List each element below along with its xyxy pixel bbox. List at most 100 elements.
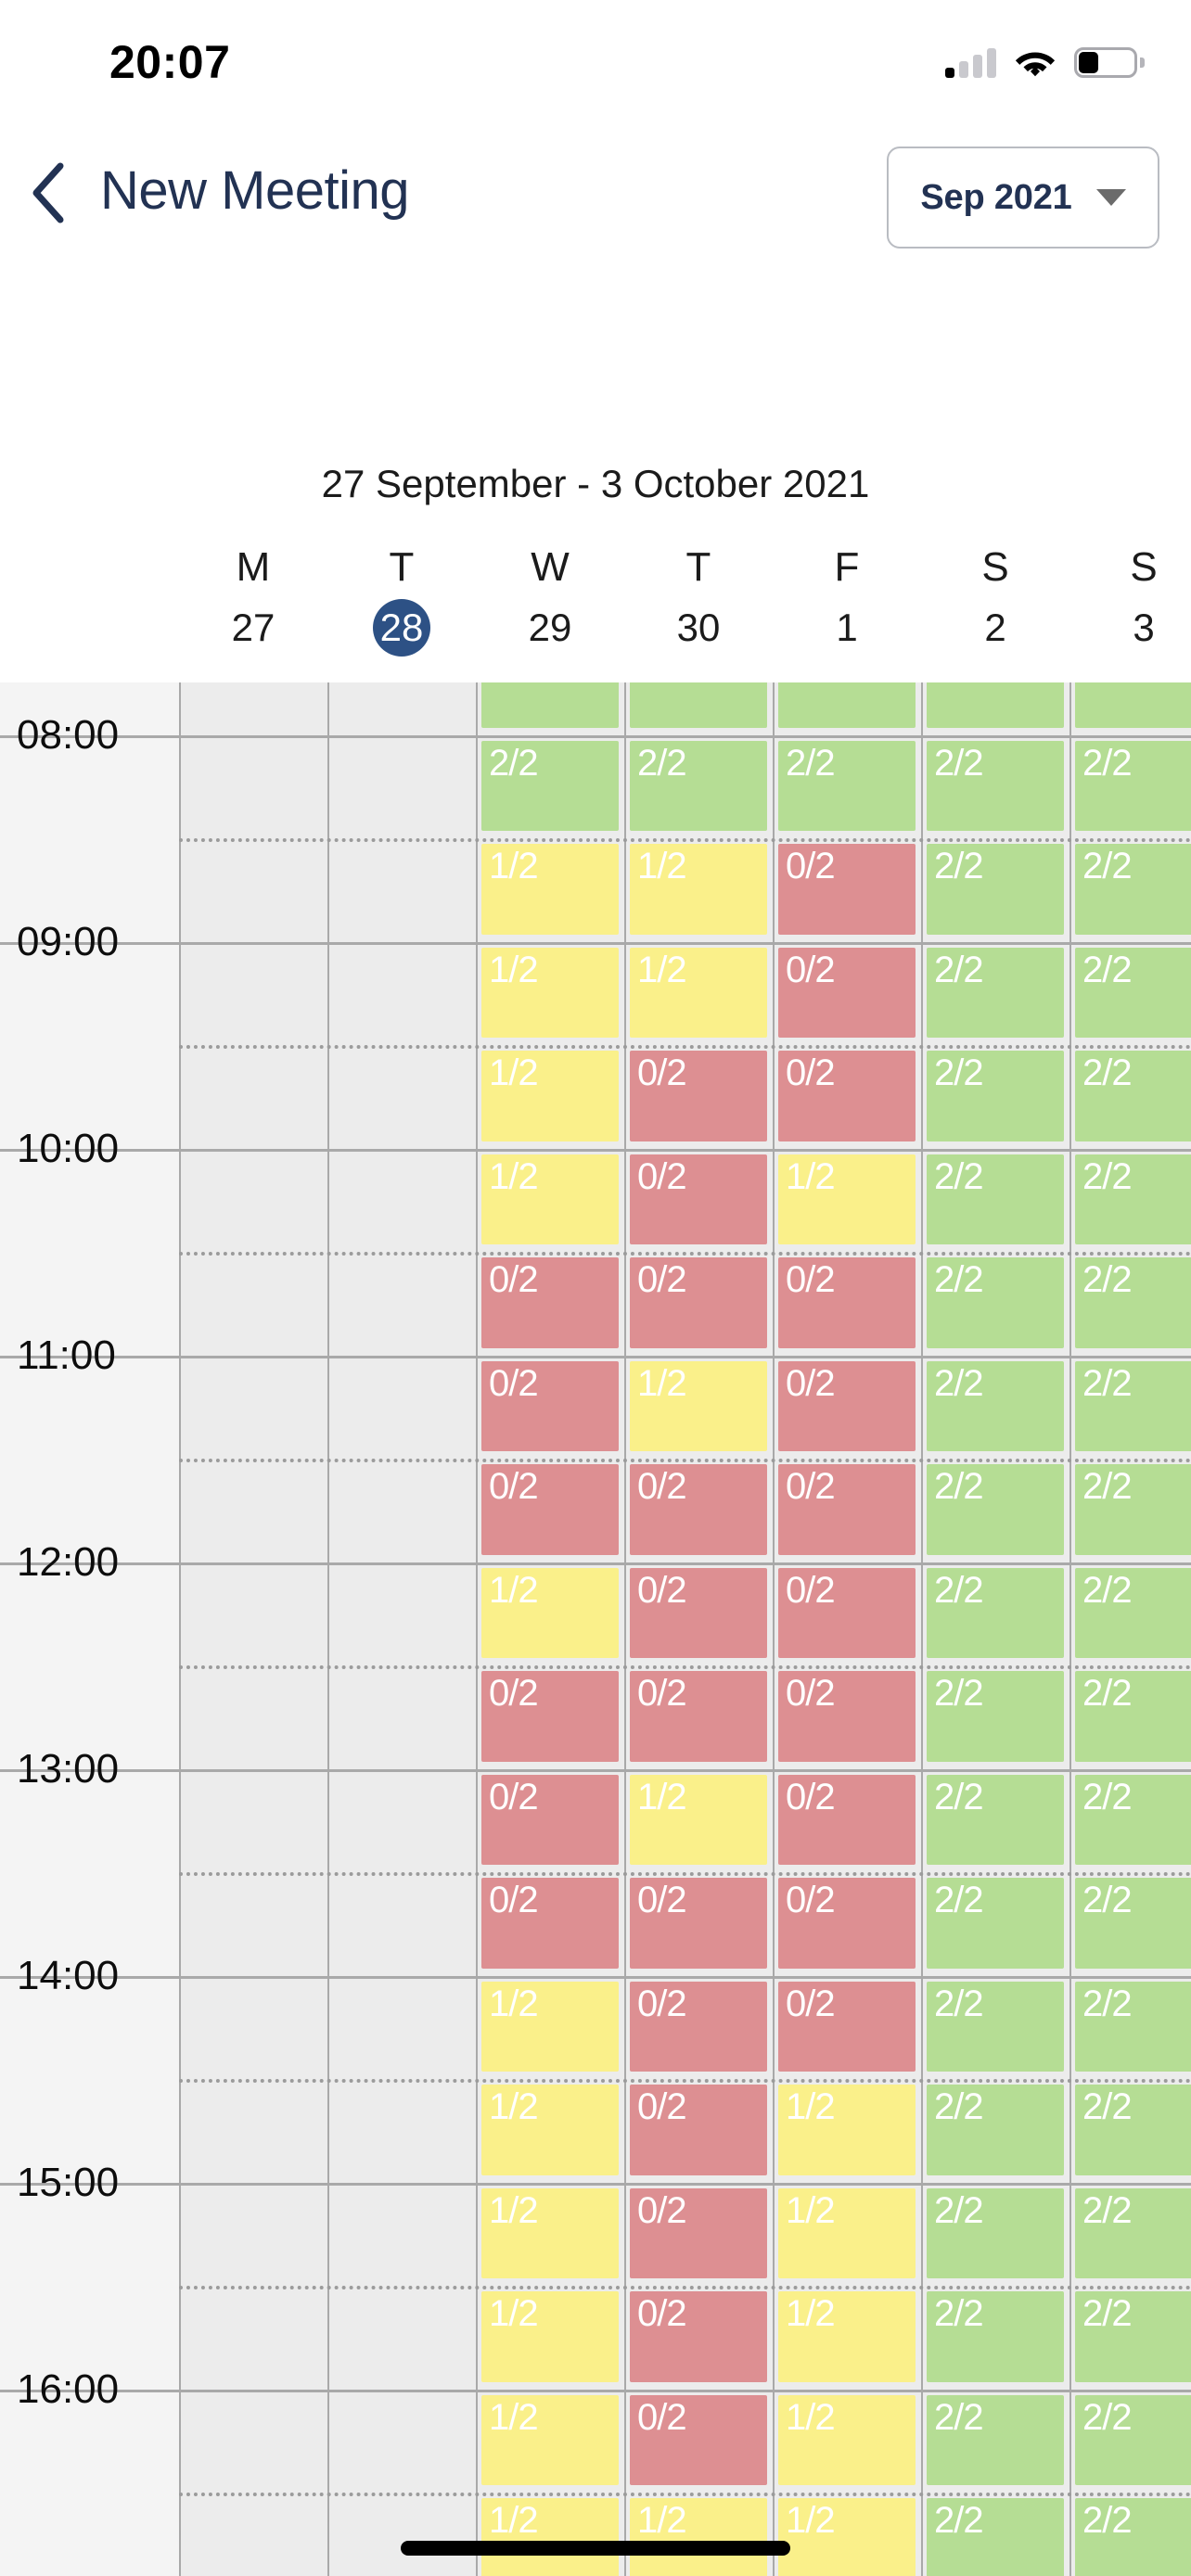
availability-slot[interactable] bbox=[927, 682, 1064, 728]
availability-slot[interactable]: 1/2 bbox=[778, 2085, 916, 2175]
availability-slot[interactable]: 2/2 bbox=[927, 1981, 1064, 2072]
availability-slot[interactable] bbox=[1075, 682, 1191, 728]
availability-slot[interactable]: 0/2 bbox=[630, 2291, 767, 2382]
availability-slot[interactable]: 0/2 bbox=[630, 2085, 767, 2175]
availability-slot[interactable]: 2/2 bbox=[927, 740, 1064, 831]
availability-slot[interactable]: 0/2 bbox=[481, 1774, 619, 1865]
day-column-27[interactable] bbox=[179, 682, 327, 2576]
availability-slot[interactable]: 2/2 bbox=[630, 740, 767, 831]
back-button[interactable] bbox=[15, 152, 82, 234]
availability-slot[interactable]: 0/2 bbox=[778, 844, 916, 935]
availability-slot[interactable]: 2/2 bbox=[1075, 1567, 1191, 1658]
availability-slot[interactable]: 1/2 bbox=[481, 2394, 619, 2485]
availability-slot[interactable]: 1/2 bbox=[630, 844, 767, 935]
availability-slot[interactable]: 1/2 bbox=[778, 2498, 916, 2576]
availability-slot[interactable]: 2/2 bbox=[1075, 1257, 1191, 1348]
availability-slot[interactable]: 2/2 bbox=[1075, 740, 1191, 831]
availability-slot[interactable]: 0/2 bbox=[630, 1567, 767, 1658]
availability-slot[interactable]: 2/2 bbox=[1075, 2291, 1191, 2382]
availability-slot[interactable]: 1/2 bbox=[481, 1154, 619, 1244]
availability-slot[interactable]: 2/2 bbox=[927, 2187, 1064, 2278]
day-header-30[interactable]: T 30 bbox=[624, 538, 773, 658]
availability-slot[interactable]: 2/2 bbox=[481, 740, 619, 831]
availability-slot[interactable]: 2/2 bbox=[927, 844, 1064, 935]
availability-slot[interactable]: 2/2 bbox=[1075, 1051, 1191, 1141]
availability-slot[interactable]: 0/2 bbox=[778, 1567, 916, 1658]
availability-slot[interactable]: 1/2 bbox=[778, 2187, 916, 2278]
availability-slot[interactable]: 2/2 bbox=[927, 947, 1064, 1038]
availability-slot[interactable]: 2/2 bbox=[927, 1154, 1064, 1244]
availability-slot[interactable]: 0/2 bbox=[481, 1360, 619, 1451]
month-selector-button[interactable]: Sep 2021 bbox=[887, 147, 1159, 249]
availability-slot[interactable]: 0/2 bbox=[778, 1051, 916, 1141]
availability-slot[interactable]: 0/2 bbox=[630, 2187, 767, 2278]
availability-slot[interactable]: 0/2 bbox=[778, 1257, 916, 1348]
availability-slot[interactable]: 2/2 bbox=[1075, 844, 1191, 935]
availability-slot[interactable]: 0/2 bbox=[481, 1257, 619, 1348]
availability-slot[interactable]: 1/2 bbox=[481, 2291, 619, 2382]
availability-slot[interactable]: 0/2 bbox=[630, 1464, 767, 1555]
availability-slot[interactable]: 1/2 bbox=[481, 2498, 619, 2576]
availability-slot[interactable]: 2/2 bbox=[927, 2498, 1064, 2576]
availability-slot[interactable]: 2/2 bbox=[927, 1360, 1064, 1451]
availability-slot[interactable]: 0/2 bbox=[630, 1051, 767, 1141]
availability-slot[interactable]: 2/2 bbox=[1075, 1464, 1191, 1555]
availability-slot[interactable]: 2/2 bbox=[927, 1257, 1064, 1348]
availability-slot[interactable]: 1/2 bbox=[778, 2291, 916, 2382]
availability-slot[interactable]: 1/2 bbox=[778, 1154, 916, 1244]
availability-slot[interactable]: 2/2 bbox=[1075, 1154, 1191, 1244]
availability-slot[interactable]: 2/2 bbox=[927, 2291, 1064, 2382]
availability-slot[interactable]: 2/2 bbox=[1075, 2498, 1191, 2576]
availability-slot[interactable]: 2/2 bbox=[1075, 1360, 1191, 1451]
availability-slot[interactable]: 1/2 bbox=[481, 2085, 619, 2175]
availability-slot[interactable]: 0/2 bbox=[778, 1774, 916, 1865]
availability-slot[interactable]: 0/2 bbox=[630, 1981, 767, 2072]
availability-slot[interactable]: 2/2 bbox=[927, 1567, 1064, 1658]
availability-slot[interactable] bbox=[778, 682, 916, 728]
day-column-28[interactable] bbox=[327, 682, 476, 2576]
day-header-28[interactable]: T 28 bbox=[327, 538, 476, 658]
day-header-3[interactable]: S3 bbox=[1069, 538, 1191, 658]
availability-slot[interactable]: 1/2 bbox=[481, 844, 619, 935]
availability-slot[interactable]: 1/2 bbox=[630, 1774, 767, 1865]
availability-slot[interactable]: 0/2 bbox=[778, 1981, 916, 2072]
day-header-2[interactable]: S2 bbox=[921, 538, 1069, 658]
availability-slot[interactable]: 1/2 bbox=[630, 947, 767, 1038]
availability-slot[interactable]: 0/2 bbox=[630, 1154, 767, 1244]
availability-slot[interactable]: 2/2 bbox=[778, 740, 916, 831]
availability-slot[interactable]: 0/2 bbox=[630, 1878, 767, 1969]
availability-slot[interactable]: 2/2 bbox=[927, 1051, 1064, 1141]
availability-slot[interactable] bbox=[630, 682, 767, 728]
availability-slot[interactable]: 0/2 bbox=[778, 1878, 916, 1969]
availability-slot[interactable]: 0/2 bbox=[778, 1464, 916, 1555]
availability-slot[interactable]: 0/2 bbox=[778, 1671, 916, 1762]
availability-slot[interactable]: 0/2 bbox=[481, 1464, 619, 1555]
availability-slot[interactable]: 0/2 bbox=[778, 947, 916, 1038]
availability-slot[interactable]: 2/2 bbox=[1075, 2394, 1191, 2485]
availability-slot[interactable]: 0/2 bbox=[630, 1671, 767, 1762]
availability-slot[interactable]: 1/2 bbox=[481, 2187, 619, 2278]
availability-slot[interactable] bbox=[481, 682, 619, 728]
availability-slot[interactable]: 0/2 bbox=[481, 1671, 619, 1762]
availability-slot[interactable]: 2/2 bbox=[1075, 1774, 1191, 1865]
availability-slot[interactable]: 2/2 bbox=[927, 1464, 1064, 1555]
day-header-27[interactable]: M 27 bbox=[179, 538, 327, 658]
availability-slot[interactable]: 1/2 bbox=[481, 947, 619, 1038]
availability-slot[interactable]: 2/2 bbox=[1075, 2085, 1191, 2175]
availability-slot[interactable]: 1/2 bbox=[630, 1360, 767, 1451]
availability-slot[interactable]: 2/2 bbox=[927, 2085, 1064, 2175]
availability-slot[interactable]: 1/2 bbox=[481, 1567, 619, 1658]
availability-slot[interactable]: 0/2 bbox=[778, 1360, 916, 1451]
day-header-29[interactable]: W 29 bbox=[476, 538, 624, 658]
availability-slot[interactable]: 1/2 bbox=[481, 1051, 619, 1141]
availability-slot[interactable]: 2/2 bbox=[1075, 947, 1191, 1038]
availability-slot[interactable]: 2/2 bbox=[1075, 2187, 1191, 2278]
availability-slot[interactable]: 0/2 bbox=[481, 1878, 619, 1969]
availability-slot[interactable]: 1/2 bbox=[481, 1981, 619, 2072]
availability-slot[interactable]: 2/2 bbox=[927, 1671, 1064, 1762]
availability-slot[interactable]: 2/2 bbox=[1075, 1878, 1191, 1969]
availability-slot[interactable]: 2/2 bbox=[927, 2394, 1064, 2485]
availability-slot[interactable]: 2/2 bbox=[1075, 1981, 1191, 2072]
availability-slot[interactable]: 0/2 bbox=[630, 2394, 767, 2485]
availability-slot[interactable]: 0/2 bbox=[630, 1257, 767, 1348]
